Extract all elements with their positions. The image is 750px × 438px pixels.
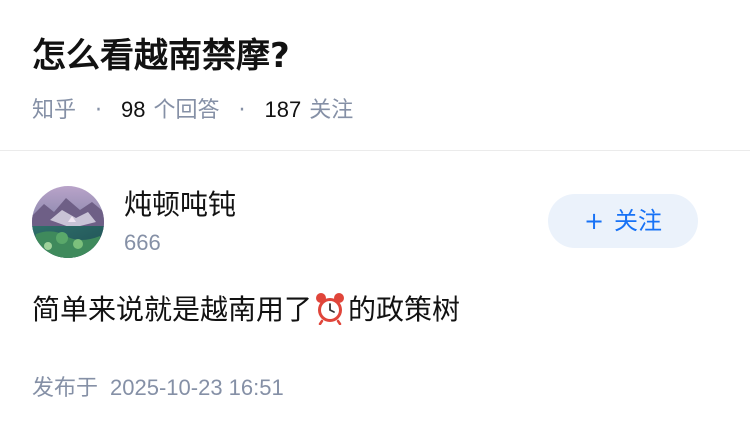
meta-separator: · [95,98,103,123]
author-avatar[interactable] [32,186,104,258]
follow-button-label: 关注 [614,207,663,235]
answer-text-after: 的政策树 [348,293,461,326]
alarm-clock-icon [313,291,347,326]
question-title[interactable]: 怎么看越南禁摩? [32,32,290,80]
answer-count: 98 [121,97,146,122]
author-bio: 666 [124,230,161,255]
author-name[interactable]: 炖顿吨钝 [124,186,236,224]
publish-datetime: 2025-10-23 16:51 [110,375,284,400]
question-header: 怎么看越南禁摩? 知乎 · 98 个回答 · 187 关注 [0,0,750,151]
answer-count-label: 个回答 [153,98,220,123]
source-label[interactable]: 知乎 [32,98,76,123]
question-meta: 知乎 · 98 个回答 · 187 关注 [32,94,353,127]
follower-count-label: 关注 [309,98,354,123]
plus-icon: + [583,207,605,235]
publish-time: 发布于 2025-10-23 16:51 [32,372,284,405]
meta-separator: · [238,98,246,123]
answer-text-before: 简单来说就是越南用了 [32,293,313,326]
follower-count: 187 [264,97,302,122]
follow-button[interactable]: + 关注 [548,194,698,248]
avatar-landscape-image [32,186,104,258]
author-row: 炖顿吨钝 666 + 关注 [32,184,718,260]
answer-content[interactable]: 简单来说就是越南用了 的政策树 [32,288,460,332]
publish-label: 发布于 [32,376,99,401]
